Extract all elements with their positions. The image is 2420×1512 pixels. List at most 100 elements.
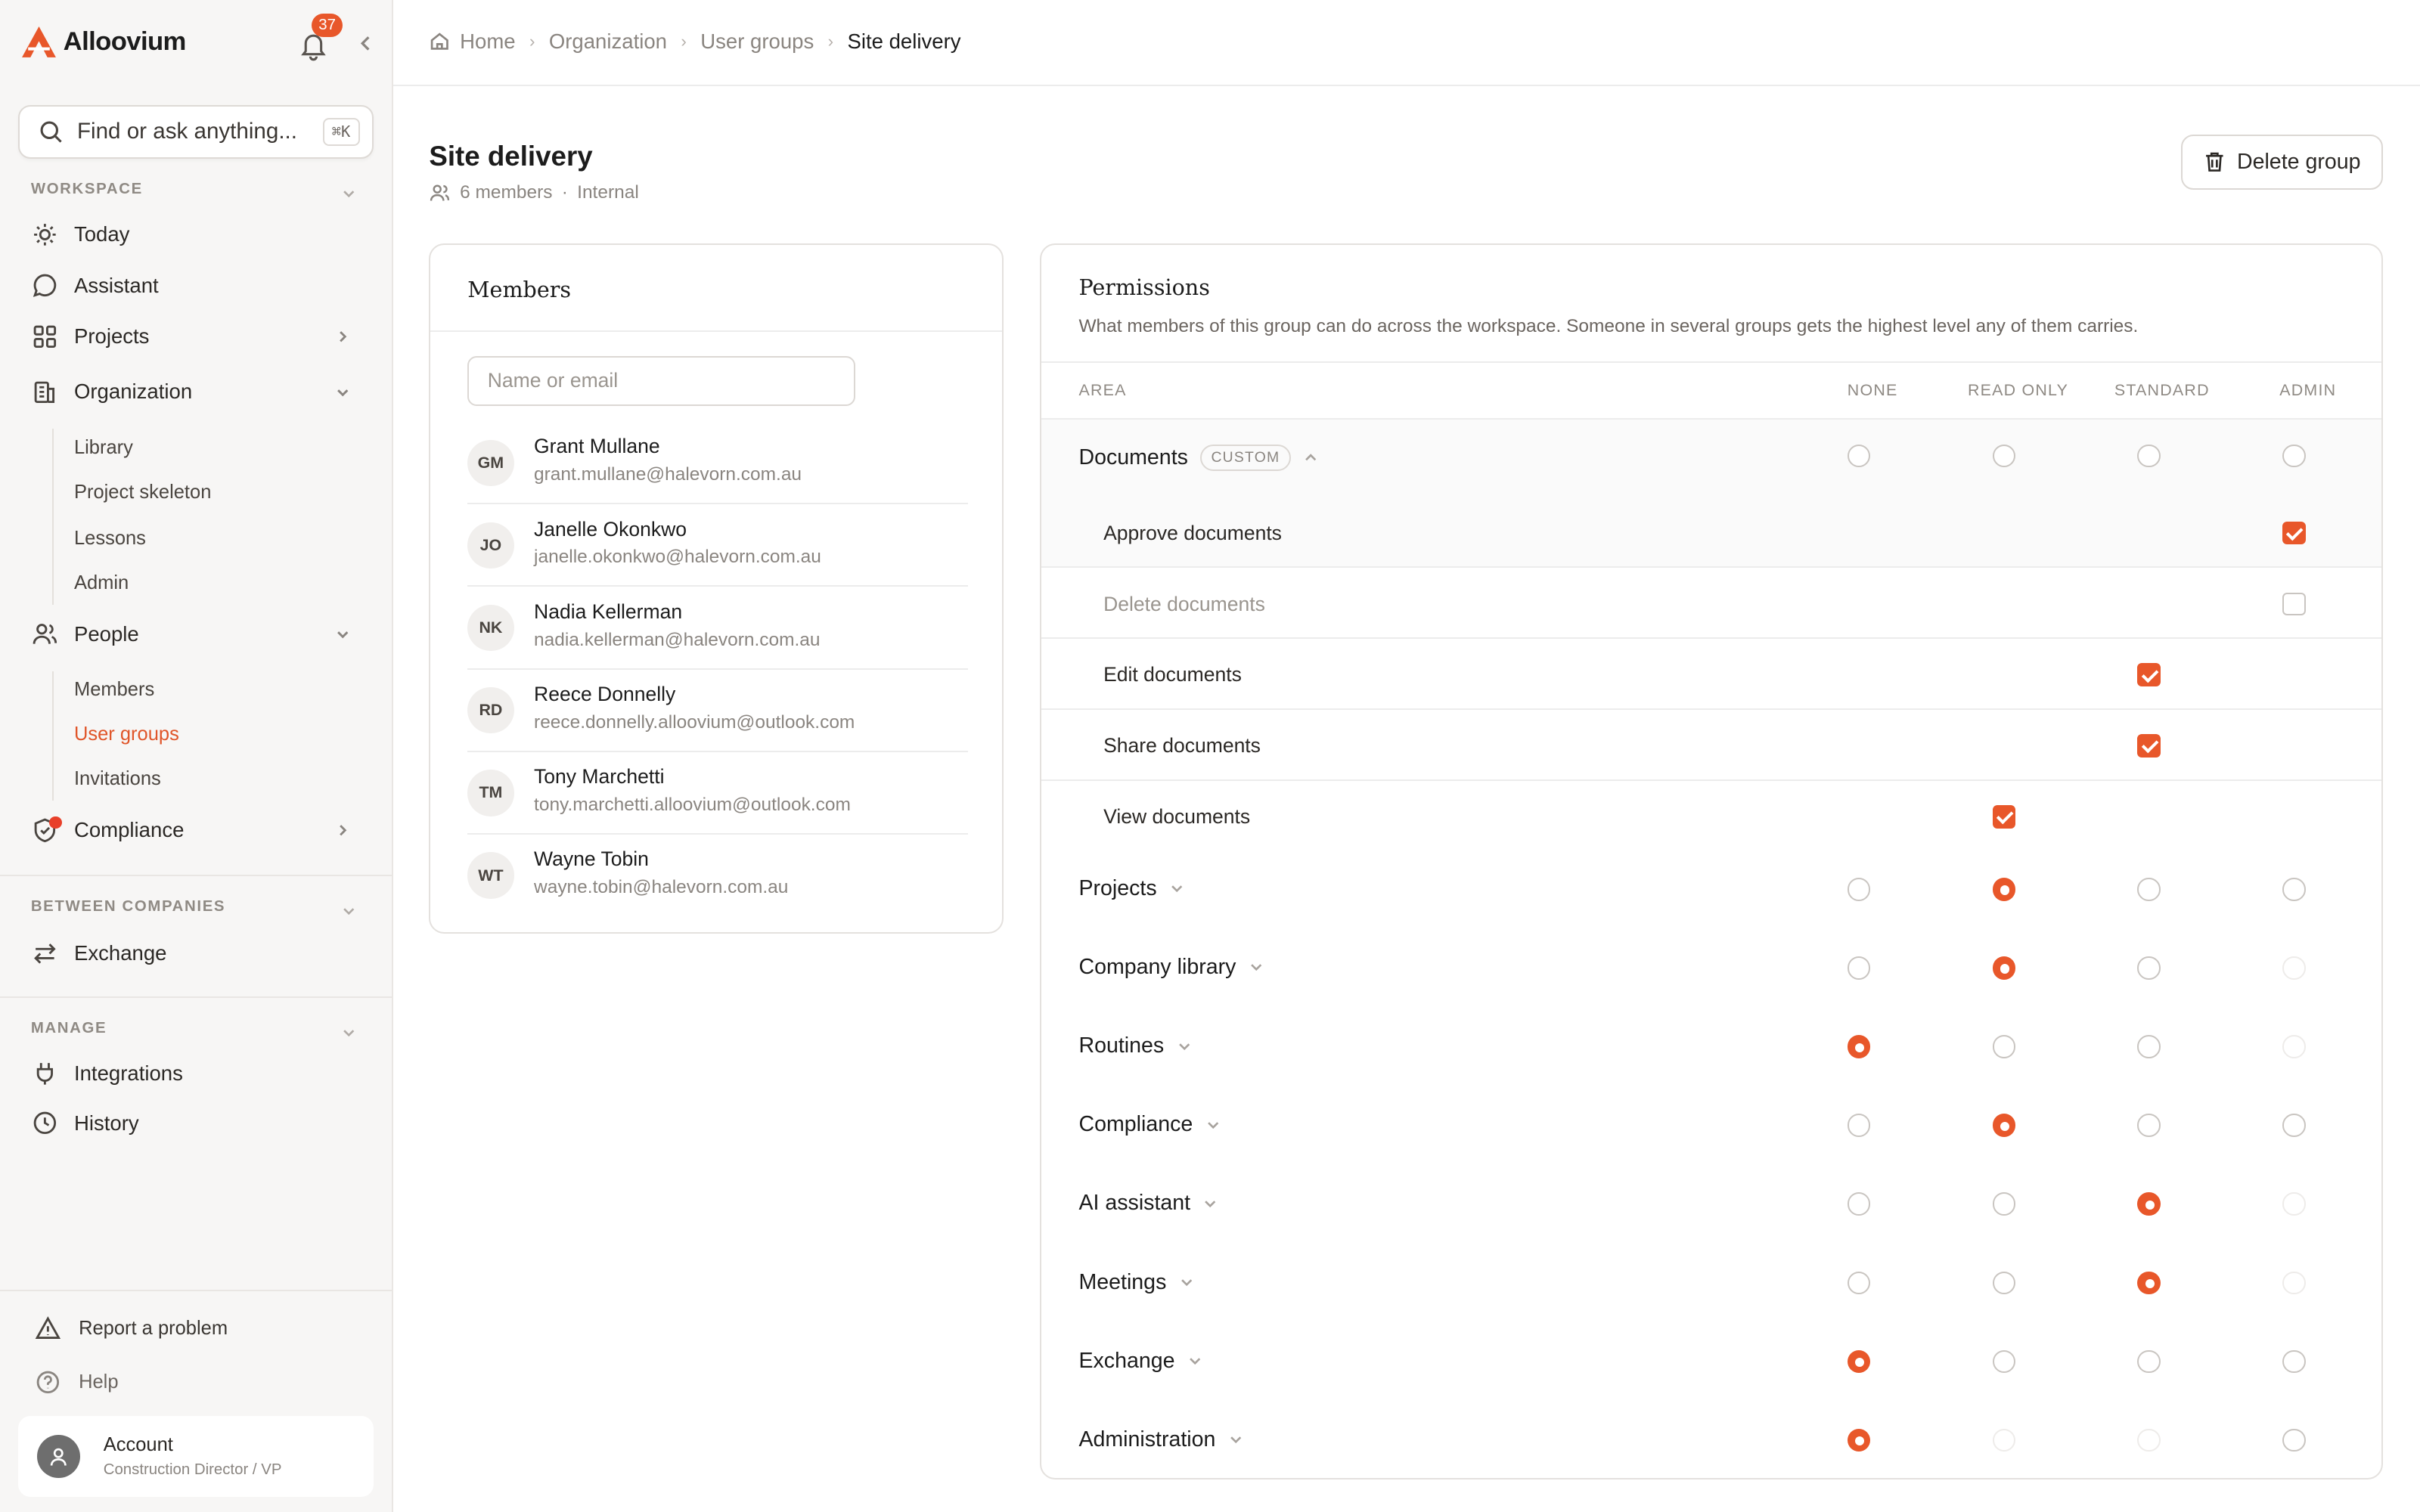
permission-checkbox[interactable] — [2282, 592, 2306, 616]
nav-invitations[interactable]: Invitations — [74, 768, 161, 790]
radio-none[interactable] — [1847, 956, 1871, 980]
radio-standard[interactable] — [2137, 1035, 2161, 1058]
radio-read-only[interactable] — [1992, 1428, 2016, 1452]
perm-row[interactable]: Projects — [1041, 851, 2381, 930]
nav-projects[interactable]: Projects — [31, 314, 365, 358]
chevron-down-icon[interactable] — [340, 181, 358, 199]
collapse-sidebar-icon[interactable] — [355, 28, 383, 59]
radio-admin[interactable] — [2282, 1349, 2306, 1374]
report-problem-link[interactable]: Report a problem — [34, 1315, 228, 1343]
member-row[interactable]: RD Reece Donnelly reece.donnelly.alloovium… — [467, 669, 968, 752]
nav-project-skeleton[interactable]: Project skeleton — [74, 482, 211, 503]
member-row[interactable]: WT Wayne Tobin wayne.tobin@halevorn.com.au — [467, 834, 967, 917]
radio-read-only[interactable] — [1992, 1192, 2016, 1216]
nav-today[interactable]: Today — [31, 213, 365, 256]
chevron-down-icon[interactable] — [1169, 881, 1184, 896]
nav-library[interactable]: Library — [74, 437, 133, 459]
radio-none[interactable] — [1847, 1428, 1871, 1452]
radio-none[interactable] — [1847, 444, 1871, 468]
delete-group-button[interactable]: Delete group — [2180, 134, 2383, 191]
logo-icon — [18, 22, 58, 62]
perm-row[interactable]: Routines — [1041, 1009, 2381, 1088]
permission-checkbox[interactable] — [2282, 521, 2306, 545]
radio-admin[interactable] — [2282, 1035, 2306, 1058]
radio-admin[interactable] — [2282, 1428, 2306, 1452]
radio-standard[interactable] — [2137, 1271, 2161, 1295]
radio-standard[interactable] — [2137, 878, 2161, 901]
perm-sub-row[interactable]: Approve documents — [1041, 497, 2381, 568]
radio-standard[interactable] — [2137, 444, 2161, 468]
nav-integrations[interactable]: Integrations — [31, 1052, 365, 1095]
breadcrumb-organization[interactable]: Organization — [549, 29, 667, 54]
radio-standard[interactable] — [2137, 1428, 2161, 1452]
global-search[interactable]: Find or ask anything... ⌘K — [18, 104, 374, 160]
perm-row[interactable]: Meetings — [1041, 1245, 2381, 1324]
radio-read-only[interactable] — [1992, 1271, 2016, 1295]
radio-none[interactable] — [1847, 1349, 1871, 1374]
perm-sub-row[interactable]: Delete documents — [1041, 568, 2381, 639]
chevron-down-icon[interactable] — [1179, 1275, 1194, 1290]
radio-admin[interactable] — [2282, 444, 2306, 468]
radio-read-only[interactable] — [1992, 1035, 2016, 1058]
nav-organization[interactable]: Organization — [31, 370, 365, 414]
radio-none[interactable] — [1847, 878, 1871, 901]
perm-sub-row[interactable]: Share documents — [1041, 710, 2381, 781]
radio-admin[interactable] — [2282, 1114, 2306, 1137]
radio-standard[interactable] — [2137, 1192, 2161, 1216]
radio-none[interactable] — [1847, 1271, 1871, 1295]
nav-user-groups[interactable]: User groups — [74, 723, 179, 745]
chevron-down-icon[interactable] — [1187, 1353, 1202, 1368]
radio-read-only[interactable] — [1992, 956, 2016, 980]
radio-admin[interactable] — [2282, 1192, 2306, 1216]
chevron-down-icon[interactable] — [340, 898, 358, 916]
nav-lessons[interactable]: Lessons — [74, 528, 146, 550]
radio-admin[interactable] — [2282, 956, 2306, 980]
perm-row[interactable]: Compliance — [1041, 1088, 2381, 1167]
member-row[interactable]: NK Nadia Kellerman nadia.kellerman@halevor… — [467, 586, 968, 670]
nav-compliance[interactable]: Compliance — [31, 808, 365, 851]
nav-exchange[interactable]: Exchange — [31, 932, 365, 975]
radio-read-only[interactable] — [1992, 1114, 2016, 1137]
chevron-down-icon[interactable] — [1177, 1039, 1192, 1054]
member-row[interactable]: GM Grant Mullane grant.mullane@halevorn.co… — [467, 421, 968, 505]
member-row[interactable]: JO Janelle Okonkwo janelle.okonkwo@halevor… — [467, 503, 968, 587]
radio-admin[interactable] — [2282, 1271, 2306, 1295]
member-search-input[interactable]: Name or email — [467, 356, 855, 406]
nav-people[interactable]: People — [31, 612, 365, 655]
perm-row[interactable]: Administration — [1041, 1402, 2381, 1478]
perm-row[interactable]: Company library — [1041, 931, 2381, 1009]
account-menu[interactable]: Account Construction Director / VP — [18, 1416, 374, 1497]
radio-none[interactable] — [1847, 1114, 1871, 1137]
radio-read-only[interactable] — [1992, 444, 2016, 468]
nav-admin[interactable]: Admin — [74, 572, 129, 594]
chevron-down-icon[interactable] — [1249, 959, 1264, 974]
permission-checkbox[interactable] — [1992, 805, 2016, 829]
help-link[interactable]: Help — [34, 1368, 119, 1396]
nav-history[interactable]: History — [31, 1101, 365, 1145]
breadcrumb-user-groups[interactable]: User groups — [700, 29, 814, 54]
perm-row[interactable]: Exchange — [1041, 1324, 2381, 1402]
perm-sub-row[interactable]: Edit documents — [1041, 639, 2381, 710]
permission-checkbox[interactable] — [2137, 663, 2161, 687]
chevron-down-icon[interactable] — [1205, 1117, 1221, 1132]
radio-read-only[interactable] — [1992, 878, 2016, 901]
radio-standard[interactable] — [2137, 1114, 2161, 1137]
radio-none[interactable] — [1847, 1035, 1871, 1058]
chevron-up-icon[interactable] — [1303, 450, 1318, 465]
member-row[interactable]: TM Tony Marchetti tony.marchetti.alloovium… — [467, 751, 968, 835]
chevron-down-icon[interactable] — [1228, 1432, 1243, 1447]
perm-row[interactable]: AI assistant — [1041, 1167, 2381, 1245]
radio-standard[interactable] — [2137, 1349, 2161, 1374]
nav-members[interactable]: Members — [74, 679, 154, 701]
radio-read-only[interactable] — [1992, 1349, 2016, 1374]
radio-none[interactable] — [1847, 1192, 1871, 1216]
radio-standard[interactable] — [2137, 956, 2161, 980]
perm-sub-row[interactable]: View documents — [1041, 781, 2381, 852]
chevron-down-icon[interactable] — [1202, 1196, 1218, 1211]
radio-admin[interactable] — [2282, 878, 2306, 901]
chevron-down-icon[interactable] — [340, 1020, 358, 1038]
permission-checkbox[interactable] — [2137, 734, 2161, 758]
perm-row-documents[interactable]: Documents CUSTOM — [1041, 420, 2381, 497]
breadcrumb-home[interactable]: Home — [460, 29, 515, 54]
nav-assistant[interactable]: Assistant — [31, 264, 365, 307]
